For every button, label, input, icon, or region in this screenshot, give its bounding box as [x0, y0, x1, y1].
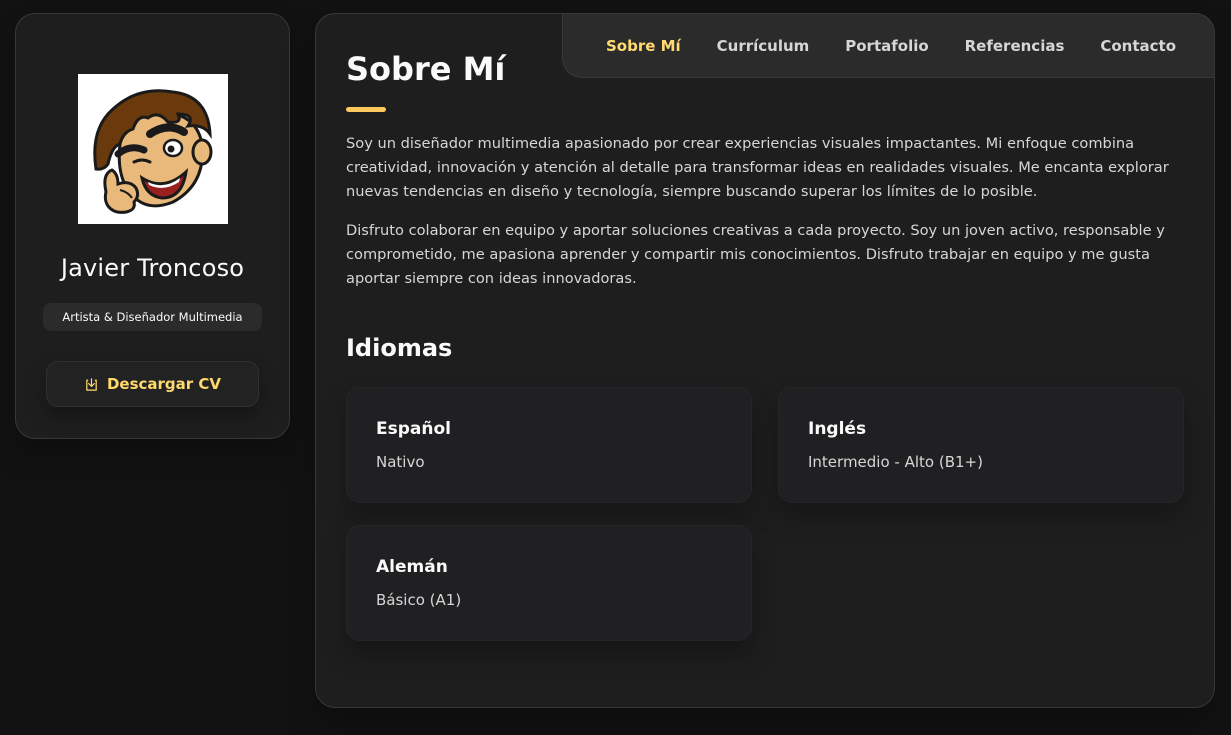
page-title: Sobre Mí: [346, 50, 506, 88]
title-underline: [346, 107, 386, 112]
main-panel: Sobre Mí Currículum Portafolio Referenci…: [315, 13, 1215, 708]
top-navbar: Sobre Mí Currículum Portafolio Referenci…: [562, 13, 1215, 78]
profile-sidebar: Javier Troncoso Artista & Diseñador Mult…: [15, 13, 290, 439]
about-paragraph-2: Disfruto colaborar en equipo y aportar s…: [346, 222, 1165, 287]
language-name: Alemán: [376, 557, 448, 577]
language-card-spanish: Español Nativo: [346, 387, 752, 503]
nav-sobre-mi[interactable]: Sobre Mí: [606, 37, 681, 55]
language-card-english: Inglés Intermedio - Alto (B1+): [778, 387, 1184, 503]
avatar: [78, 74, 228, 224]
language-level: Intermedio - Alto (B1+): [808, 453, 983, 471]
nav-referencias[interactable]: Referencias: [965, 37, 1065, 55]
download-cv-button[interactable]: Descargar CV: [46, 361, 259, 407]
about-paragraph-1: Soy un diseñador multimedia apasionado p…: [346, 135, 1169, 200]
cartoon-avatar-image: [78, 74, 228, 224]
profile-title-badge: Artista & Diseñador Multimedia: [43, 303, 262, 331]
language-name: Inglés: [808, 419, 867, 439]
about-text: Soy un diseñador multimedia apasionado p…: [346, 132, 1191, 306]
language-card-german: Alemán Básico (A1): [346, 525, 752, 641]
download-cv-label: Descargar CV: [106, 375, 222, 393]
language-level: Básico (A1): [376, 591, 462, 609]
language-name: Español: [376, 419, 451, 439]
languages-title: Idiomas: [346, 334, 453, 362]
nav-curriculum[interactable]: Currículum: [717, 37, 810, 55]
download-icon: [86, 377, 97, 391]
language-level: Nativo: [376, 453, 425, 471]
nav-contacto[interactable]: Contacto: [1100, 37, 1176, 55]
nav-portafolio[interactable]: Portafolio: [845, 37, 928, 55]
profile-name: Javier Troncoso: [60, 254, 245, 282]
